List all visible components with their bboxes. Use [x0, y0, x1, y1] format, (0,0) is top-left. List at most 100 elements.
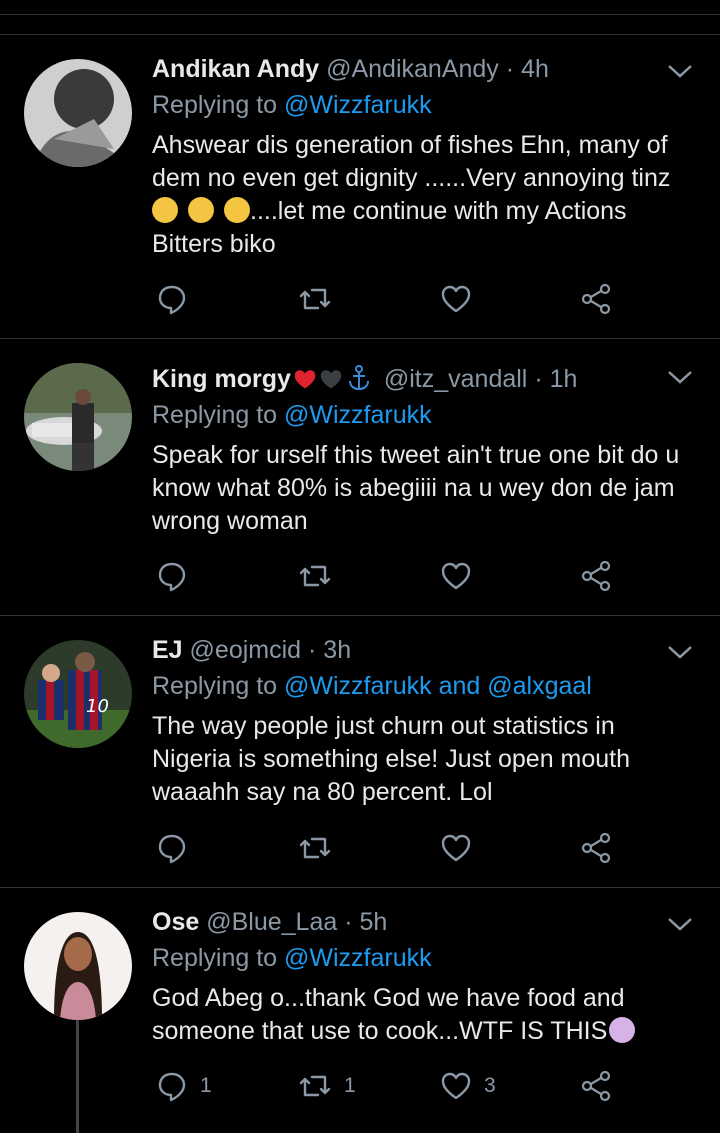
anchor-icon [348, 365, 369, 391]
replying-and: and [431, 672, 488, 700]
reply-button[interactable] [156, 279, 188, 319]
reply-button[interactable]: 1 [156, 1066, 212, 1106]
share-button[interactable] [580, 556, 612, 596]
tears-of-joy-icon [188, 197, 214, 223]
tweet-line-text: ....let me continue with my Actions [250, 197, 627, 225]
tweet-line: someone that use to cook...WTF IS THIS [152, 1015, 692, 1048]
share-icon [581, 1070, 611, 1102]
tweet-line: Bitters biko [152, 230, 276, 258]
user-handle[interactable]: @eojmcid [190, 636, 302, 664]
replying-to: Replying to @Wizzfarukk [152, 401, 432, 430]
timestamp[interactable]: · 5h [344, 908, 387, 936]
tweet-text: Ahswear dis generation of fishes Ehn, ma… [152, 129, 692, 261]
like-icon [441, 834, 471, 862]
like-button[interactable]: 3 [440, 1066, 496, 1106]
reply-icon [158, 562, 186, 592]
chevron-down-icon[interactable] [666, 914, 694, 934]
avatar[interactable] [24, 912, 132, 1020]
like-icon [441, 1072, 471, 1100]
like-button[interactable] [440, 279, 472, 319]
tweet-king-morgy[interactable]: King morgy @itz_vandall · 1h Replying to… [0, 339, 720, 616]
tweet-text: Speak for urself this tweet ain't true o… [152, 439, 692, 538]
display-name[interactable]: Ose [152, 908, 199, 936]
tweet-text: The way people just churn out statistics… [152, 710, 692, 809]
thread-connector-line [76, 1020, 79, 1133]
mention-link[interactable]: @Wizzfarukk [284, 91, 432, 119]
retweet-count: 1 [344, 1074, 356, 1097]
tweet-actions [152, 828, 672, 868]
replying-prefix: Replying to [152, 944, 285, 972]
mention-link[interactable]: @Wizzfarukk [284, 944, 432, 972]
woman-facepalming-icon [609, 1017, 636, 1043]
replying-prefix: Replying to [152, 91, 285, 119]
red-heart-icon [294, 370, 316, 389]
share-button[interactable] [580, 279, 612, 319]
reply-count: 1 [200, 1074, 212, 1097]
angry-face-icon [152, 197, 178, 223]
avatar[interactable] [24, 59, 132, 167]
reply-button[interactable] [156, 828, 188, 868]
chevron-down-icon[interactable] [666, 367, 694, 387]
tweet-line: The way people just churn out statistics… [152, 712, 615, 740]
tweet-ose[interactable]: Ose @Blue_Laa · 5h Replying to @Wizzfaru… [0, 888, 720, 1133]
top-divider [0, 14, 720, 15]
share-button[interactable] [580, 828, 612, 868]
mention-link[interactable]: @Wizzfarukk [284, 401, 432, 429]
tweet-ej[interactable]: 10 EJ @eojmcid · 3h Replying to @Wizzfar… [0, 616, 720, 888]
tweet-line: ....let me continue with my Actions [152, 195, 692, 228]
chevron-down-icon[interactable] [666, 642, 694, 662]
timestamp[interactable]: · 4h [506, 55, 549, 83]
share-button[interactable] [580, 1066, 612, 1106]
user-handle[interactable]: @AndikanAndy [326, 55, 499, 83]
retweet-icon [299, 837, 331, 859]
retweet-button[interactable] [298, 556, 332, 596]
tweet-actions [152, 279, 672, 319]
tweet-line: waaahh say na 80 percent. Lol [152, 778, 493, 806]
tweet-actions: 1 1 3 [152, 1066, 672, 1106]
tweet-line: Speak for urself this tweet ain't true o… [152, 441, 680, 469]
display-name[interactable]: Andikan Andy [152, 55, 319, 83]
like-count: 3 [484, 1074, 496, 1097]
avatar[interactable] [24, 363, 132, 471]
replying-to: Replying to @Wizzfarukk [152, 91, 432, 120]
retweet-icon [299, 565, 331, 587]
reply-icon [158, 1072, 186, 1102]
timestamp[interactable]: · 1h [534, 365, 577, 393]
tweet-andikan[interactable]: Andikan Andy @AndikanAndy · 4h Replying … [0, 35, 720, 339]
tears-of-joy-icon [224, 197, 250, 223]
timestamp[interactable]: · 3h [308, 636, 351, 664]
retweet-button[interactable] [298, 279, 332, 319]
share-icon [581, 832, 611, 864]
svg-text:10: 10 [86, 696, 109, 717]
tweet-line: Nigeria is something else! Just open mou… [152, 745, 631, 773]
reply-icon [158, 285, 186, 315]
like-icon [441, 562, 471, 590]
chevron-down-icon[interactable] [666, 61, 694, 81]
retweet-button[interactable] [298, 828, 332, 868]
replying-to: Replying to @Wizzfarukk and @alxgaal [152, 672, 592, 701]
replying-prefix: Replying to [152, 401, 285, 429]
tweet-line: wrong woman [152, 507, 308, 535]
tweet-line-text: someone that use to cook...WTF IS THIS [152, 1017, 608, 1045]
like-icon [441, 285, 471, 313]
tweet-text: God Abeg o...thank God we have food and … [152, 982, 692, 1048]
user-handle[interactable]: @itz_vandall [384, 365, 528, 393]
mention-link[interactable]: @Wizzfarukk [284, 672, 432, 700]
share-icon [581, 283, 611, 315]
like-button[interactable] [440, 828, 472, 868]
reply-button[interactable] [156, 556, 188, 596]
tweet-line: Ahswear dis generation of fishes Ehn, ma… [152, 131, 668, 159]
replying-prefix: Replying to [152, 672, 285, 700]
tweet-actions [152, 556, 672, 596]
mention-link-2[interactable]: @alxgaal [487, 672, 592, 700]
retweet-button[interactable]: 1 [298, 1066, 356, 1106]
reply-icon [158, 834, 186, 864]
like-button[interactable] [440, 556, 472, 596]
user-handle[interactable]: @Blue_Laa [206, 908, 337, 936]
avatar[interactable]: 10 [24, 640, 132, 748]
retweet-icon [299, 1075, 331, 1097]
display-name[interactable]: King morgy [152, 365, 291, 393]
tweet-line: know what 80% is abegiiii na u wey don d… [152, 474, 675, 502]
tweet-line: God Abeg o...thank God we have food and [152, 984, 625, 1012]
display-name[interactable]: EJ [152, 636, 183, 664]
